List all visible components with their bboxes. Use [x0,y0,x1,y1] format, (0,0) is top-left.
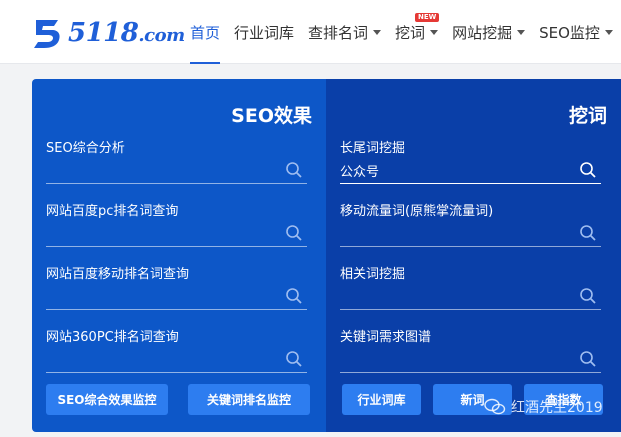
field-label: SEO综合分析 [46,141,125,156]
keyword-rank-monitor-button[interactable]: 关键词排名监控 [188,384,310,415]
top-header: 5118.com 首页 行业词库 查排名词 NEW 挖词 网站挖掘 SEO监控 … [0,0,621,64]
logo-text: 5118.com [68,18,185,48]
field-label: 关键词需求图谱 [340,330,432,345]
field-label: 网站360PC排名词查询 [46,330,179,345]
seo-analysis-input[interactable] [46,158,307,184]
mining-panel: 挖词 长尾词挖掘 公众号 移动流量词(原熊掌流量词) 相关词挖掘 关键词需求图谱 [326,79,621,432]
search-icon[interactable] [579,287,597,305]
chevron-down-icon [604,29,613,35]
search-icon[interactable] [285,224,303,242]
seo-panel-title: SEO效果 [231,105,312,127]
search-icon[interactable] [285,161,303,179]
demand-graph-input[interactable] [340,347,601,373]
baidu-pc-rank-input[interactable] [46,221,307,247]
long-tail-field: 长尾词挖掘 公众号 [340,137,601,199]
chevron-down-icon [430,29,439,35]
long-tail-input-value: 公众号 [340,165,380,180]
mobile-traffic-input[interactable] [340,221,601,247]
field-label: 网站百度pc排名词查询 [46,204,179,219]
demand-graph-field: 关键词需求图谱 [340,326,601,388]
search-icon[interactable] [579,224,597,242]
chevron-down-icon [373,29,382,35]
main-nav: 首页 行业词库 查排名词 NEW 挖词 网站挖掘 SEO监控 能 [190,0,621,64]
tools-card: SEO效果 SEO综合分析 网站百度pc排名词查询 网站百度移动排名词查询 网站… [32,79,621,432]
search-icon[interactable] [285,350,303,368]
nav-item-rank-words[interactable]: 查排名词 [308,0,382,64]
industry-lexicon-button[interactable]: 行业词库 [342,384,421,415]
wechat-icon [484,398,506,415]
nav-item-home[interactable]: 首页 [190,0,221,64]
mobile-traffic-field: 移动流量词(原熊掌流量词) [340,200,601,262]
baidu-pc-rank-field: 网站百度pc排名词查询 [46,200,307,262]
search-icon[interactable] [579,350,597,368]
nav-item-keyword-mining[interactable]: NEW 挖词 [395,0,440,64]
site-logo[interactable]: 5118.com [30,16,185,50]
field-label: 相关词挖掘 [340,267,406,282]
nav-item-seo-monitor[interactable]: SEO监控 [539,0,613,64]
related-words-field: 相关词挖掘 [340,263,601,325]
related-words-input[interactable] [340,284,601,310]
field-label: 移动流量词(原熊掌流量词) [340,204,494,219]
long-tail-input[interactable]: 公众号 [340,158,601,184]
chevron-down-icon [517,29,526,35]
pc360-rank-field: 网站360PC排名词查询 [46,326,307,388]
baidu-mobile-rank-input[interactable] [46,284,307,310]
field-label: 网站百度移动排名词查询 [46,267,190,282]
pc360-rank-input[interactable] [46,347,307,373]
nav-item-industry-lexicon[interactable]: 行业词库 [234,0,294,64]
logo-mark-icon [34,20,60,48]
search-icon[interactable] [579,161,597,179]
seo-analysis-field: SEO综合分析 [46,137,307,199]
baidu-mobile-rank-field: 网站百度移动排名词查询 [46,263,307,325]
search-icon[interactable] [285,287,303,305]
watermark: 红酒先生2019 [484,397,603,417]
watermark-text: 红酒先生2019 [511,400,603,416]
seo-panel: SEO效果 SEO综合分析 网站百度pc排名词查询 网站百度移动排名词查询 网站… [32,79,326,432]
field-label: 长尾词挖掘 [340,141,406,156]
new-badge: NEW [415,13,440,22]
mining-panel-title: 挖词 [568,105,607,127]
nav-item-site-mining[interactable]: 网站挖掘 [452,0,526,64]
seo-monitor-button[interactable]: SEO综合效果监控 [46,384,168,415]
